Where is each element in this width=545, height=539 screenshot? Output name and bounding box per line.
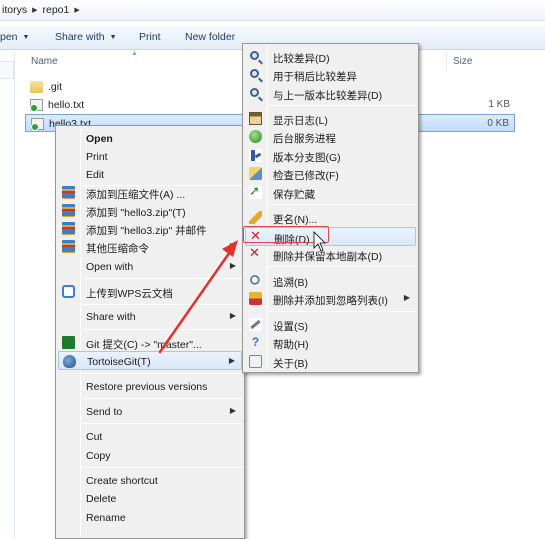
annotation-arrow [158, 231, 326, 354]
annotation-arrow-shaft [158, 247, 234, 354]
mouse-cursor-icon [313, 231, 326, 252]
annotation-arrowhead [222, 240, 238, 257]
